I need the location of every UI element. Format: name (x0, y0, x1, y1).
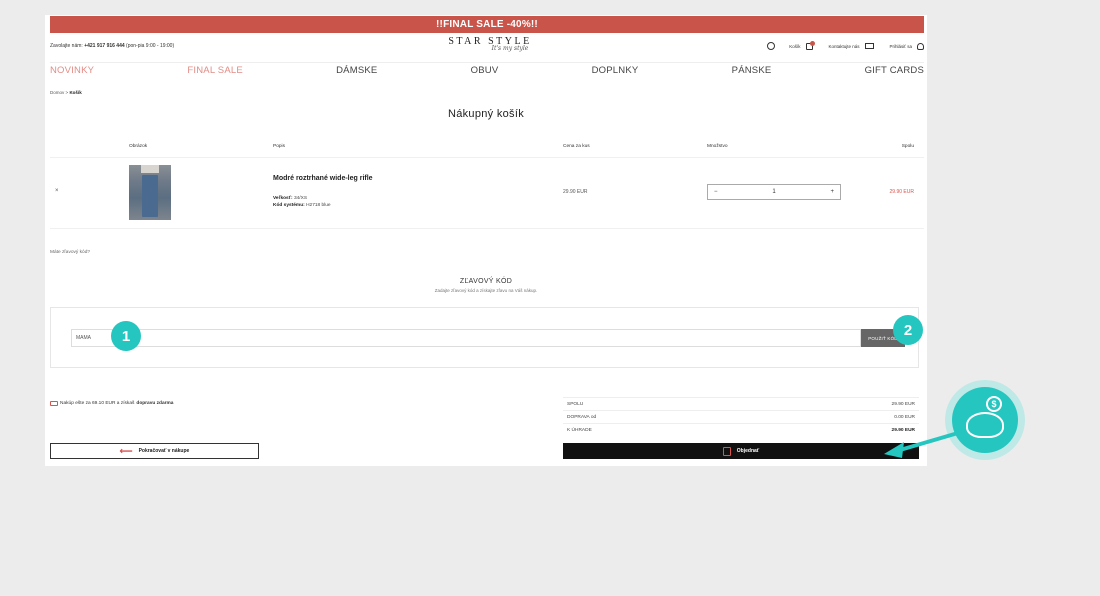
nav-gift-cards[interactable]: GIFT CARDS (865, 65, 924, 79)
truck-icon (50, 401, 58, 406)
step-marker-1: 1 (111, 321, 141, 351)
col-header-qty: Množstvo (707, 144, 728, 149)
discount-title: ZĽAVOVÝ KÓD (459, 278, 513, 285)
nav-obuv[interactable]: OBUV (471, 65, 499, 79)
row-divider (50, 228, 924, 229)
call-label: Zavolajte nám: (50, 43, 83, 49)
header-actions: Košík Kontaktujte nás Prihlásiť sa (767, 40, 924, 50)
summary-label: K ÚHRADE (567, 427, 592, 433)
breadcrumb-current: Košík (69, 90, 82, 95)
qty-increase-button[interactable]: + (830, 189, 834, 195)
quantity-stepper: − 1 + (707, 184, 841, 200)
summary-label: DOPRAVA od (567, 414, 597, 420)
summary-value: 29.90 EUR (891, 427, 915, 433)
product-name[interactable]: Modré roztrhané wide-leg rifle (273, 175, 373, 182)
summary-row: DOPRAVA od 0.00 EUR (563, 410, 919, 423)
header-divider (50, 62, 924, 63)
col-header-image: Obrázok (129, 144, 148, 149)
free-shipping-text: dopravu zdarma (136, 401, 174, 406)
arrow-left-icon: ⟵ (119, 446, 133, 456)
cart-badge (809, 40, 815, 46)
shop-page: !!FINAL SALE -40%!! Zavolajte nám: +421 … (45, 15, 927, 466)
order-button[interactable]: Objednať (563, 443, 919, 459)
breadcrumb-separator: > (65, 90, 69, 95)
discount-subtitle: Zadajte zľavový kód a získajte zľavu na … (434, 288, 538, 293)
shipping-note-text: Nakúp ešte za 69.10 EUR a získaš (60, 401, 135, 406)
code-value: H2718 blue (306, 203, 331, 208)
main-nav: NOVINKY FINAL SALE DÁMSKE OBUV DOPLNKY P… (50, 65, 924, 79)
search-icon[interactable] (767, 42, 776, 50)
col-header-total: Spolu (901, 144, 914, 149)
discount-box: MAMA POUŽIŤ KÓD (50, 307, 919, 368)
nav-doplnky[interactable]: DOPLNKY (592, 65, 639, 79)
breadcrumb: Domov > Košík (50, 90, 82, 95)
mail-icon[interactable] (864, 43, 874, 49)
row-divider (50, 157, 924, 158)
summary-label: SPOLU (567, 401, 584, 407)
pig-body (966, 412, 1004, 438)
size-value: 34/XS (293, 196, 308, 201)
step-marker-2: 2 (893, 315, 923, 345)
code-label: Kód systému: (273, 203, 305, 208)
summary-row: K ÚHRADE 29.90 EUR (563, 423, 919, 436)
user-icon[interactable] (917, 42, 924, 50)
shipping-note: Nakúp ešte za 69.10 EUR a získaš dopravu… (50, 401, 173, 406)
call-info: Zavolajte nám: +421 917 916 444 (pon-pia… (50, 43, 174, 49)
order-summary: SPOLU 29.90 EUR DOPRAVA od 0.00 EUR K ÚH… (563, 397, 919, 436)
product-thumbnail[interactable] (129, 165, 171, 220)
cart-link[interactable]: Košík (789, 44, 800, 49)
phone-number[interactable]: +421 917 916 444 (84, 43, 124, 49)
logo[interactable]: STAR STYLE It's my style (440, 36, 540, 52)
login-link[interactable]: Prihlásiť sa (890, 44, 912, 49)
sale-banner[interactable]: !!FINAL SALE -40%!! (50, 16, 924, 33)
nav-damske[interactable]: DÁMSKE (336, 65, 377, 79)
discount-code-input[interactable]: MAMA (71, 329, 861, 347)
continue-shopping-button[interactable]: ⟵ Pokračovať v nákupe (50, 443, 259, 459)
nav-panske[interactable]: PÁNSKE (732, 65, 772, 79)
bag-icon (722, 446, 731, 456)
remove-item-button[interactable]: × (55, 188, 59, 194)
piggy-bank-icon: $ (952, 387, 1018, 453)
sale-banner-text: !!FINAL SALE -40%!! (436, 19, 538, 30)
product-meta: Veľkosť: 34/XS Kód systému: H2718 blue (273, 195, 331, 209)
qty-decrease-button[interactable]: − (714, 189, 718, 195)
nav-final-sale[interactable]: FINAL SALE (187, 65, 243, 79)
continue-shopping-label: Pokračovať v nákupe (138, 448, 190, 454)
nav-novinky[interactable]: NOVINKY (50, 65, 94, 79)
summary-value: 0.00 EUR (894, 414, 915, 420)
opening-hours: (pon-pia 9:00 - 19:00) (126, 43, 175, 49)
have-code-prompt[interactable]: Máte zľavový kód? (50, 250, 90, 255)
header: Zavolajte nám: +421 917 916 444 (pon-pia… (50, 33, 924, 63)
summary-value: 29.90 EUR (891, 401, 915, 407)
col-header-name: Popis (273, 144, 285, 149)
unit-price: 29.90 EUR (563, 189, 588, 195)
page-title: Nákupný košík (447, 108, 525, 120)
coin-icon: $ (986, 396, 1002, 412)
col-header-price: Cena za kus (563, 144, 590, 149)
breadcrumb-home[interactable]: Domov (50, 90, 64, 95)
contact-link[interactable]: Kontaktujte nás (829, 44, 860, 49)
line-total: 29.90 EUR (889, 189, 914, 195)
order-label: Objednať (736, 448, 760, 454)
summary-row: SPOLU 29.90 EUR (563, 397, 919, 410)
qty-value[interactable]: 1 (772, 189, 775, 195)
cart-icon[interactable] (805, 40, 815, 50)
size-label: Veľkosť: (273, 196, 293, 201)
